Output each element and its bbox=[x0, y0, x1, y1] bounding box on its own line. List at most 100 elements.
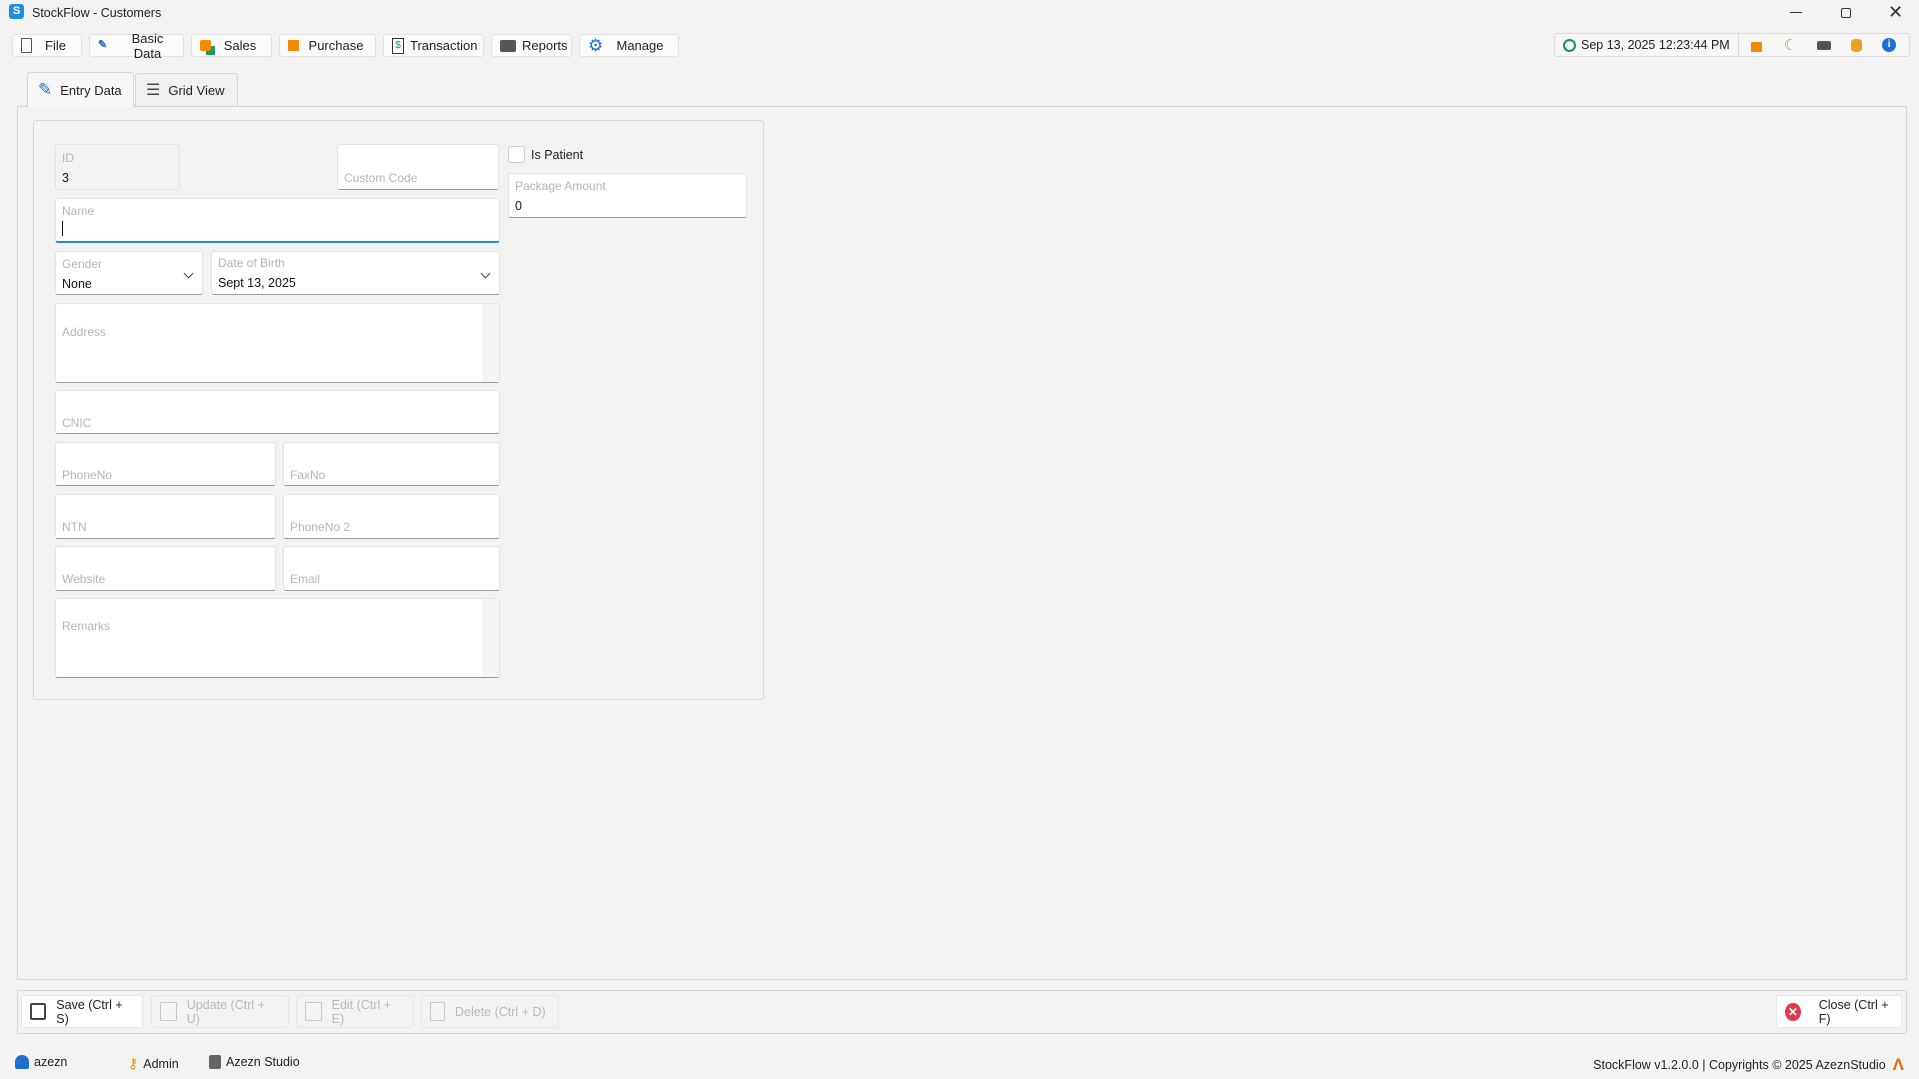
field-placeholder: FaxNo bbox=[290, 468, 326, 482]
menu-reports[interactable]: Reports bbox=[491, 34, 572, 57]
update-button[interactable]: Update (Ctrl + U) bbox=[151, 995, 289, 1028]
field-label: Gender bbox=[62, 257, 103, 271]
ntn-input[interactable]: NTN bbox=[55, 494, 276, 539]
email-input[interactable]: Email bbox=[283, 546, 500, 591]
chevron-down-icon bbox=[183, 268, 194, 279]
gear-icon: ⚙ bbox=[588, 35, 604, 55]
status-role: ⚷ Admin bbox=[128, 1055, 179, 1072]
building-icon bbox=[209, 1055, 221, 1069]
keyboard-icon[interactable] bbox=[1817, 40, 1832, 50]
scrollbar[interactable] bbox=[482, 599, 499, 677]
remarks-input[interactable]: Remarks bbox=[55, 598, 500, 678]
field-placeholder: Remarks bbox=[62, 619, 111, 633]
menu-purchase[interactable]: Purchase bbox=[279, 34, 376, 57]
field-placeholder: PhoneNo bbox=[62, 468, 113, 482]
delete-button[interactable]: Delete (Ctrl + D) bbox=[421, 995, 559, 1028]
user-name: azezn bbox=[34, 1055, 68, 1069]
field-placeholder: Custom Code bbox=[344, 171, 418, 185]
field-placeholder: NTN bbox=[62, 520, 87, 534]
field-placeholder: Email bbox=[290, 572, 321, 586]
tab-grid-view[interactable]: ☰ Grid View bbox=[135, 73, 238, 106]
button-label: Close (Ctrl + F) bbox=[1818, 997, 1889, 1026]
field-value: None bbox=[62, 277, 92, 291]
scrollbar[interactable] bbox=[482, 304, 499, 382]
purchase-icon bbox=[288, 40, 299, 51]
key-icon: ⚷ bbox=[128, 1055, 139, 1071]
status-user: azezn bbox=[15, 1055, 67, 1069]
address-input[interactable]: Address bbox=[55, 303, 500, 383]
button-label: Delete (Ctrl + D) bbox=[455, 1004, 546, 1019]
phone2-input[interactable]: PhoneNo 2 bbox=[283, 494, 500, 539]
menu-label: File bbox=[45, 38, 66, 53]
printer-icon bbox=[500, 39, 516, 52]
field-placeholder: PhoneNo 2 bbox=[290, 520, 351, 534]
menu-file[interactable]: File bbox=[12, 34, 82, 57]
lock-icon[interactable] bbox=[1750, 41, 1762, 52]
phone-input[interactable]: PhoneNo bbox=[55, 442, 276, 486]
status-version: StockFlow v1.2.0.0 | Copyrights © 2025 A… bbox=[1593, 1055, 1904, 1075]
field-label: Name bbox=[62, 204, 95, 218]
basic-data-icon: ✎ bbox=[98, 38, 108, 51]
version-text: StockFlow v1.2.0.0 | Copyrights © 2025 A… bbox=[1593, 1058, 1886, 1072]
transaction-icon: $ bbox=[392, 37, 404, 54]
menu-label: Manage bbox=[616, 38, 664, 53]
app-icon: S bbox=[9, 4, 24, 19]
field-label: ID bbox=[62, 151, 74, 165]
package-amount-input[interactable]: Package Amount 0 bbox=[508, 173, 747, 218]
update-icon bbox=[160, 1002, 177, 1021]
menu-transaction[interactable]: $ Transaction bbox=[383, 34, 484, 57]
delete-icon bbox=[430, 1002, 445, 1021]
tab-label: Grid View bbox=[168, 82, 225, 98]
field-label: Package Amount bbox=[515, 179, 606, 193]
database-icon[interactable] bbox=[1851, 38, 1863, 52]
tab-entry-data[interactable]: ✎ Entry Data bbox=[27, 72, 134, 107]
cnic-input[interactable]: CNIC bbox=[55, 390, 500, 434]
status-company: Azezn Studio bbox=[209, 1055, 300, 1069]
floppy-icon bbox=[30, 1003, 47, 1020]
list-icon: ☰ bbox=[146, 82, 161, 99]
file-icon bbox=[21, 38, 32, 53]
pencil-icon: ✎ bbox=[38, 80, 53, 99]
minimize-button[interactable] bbox=[1790, 12, 1802, 13]
header-status-box: Sep 13, 2025 12:23:44 PM ☾ i bbox=[1554, 33, 1910, 57]
menu-basic-data[interactable]: ✎ Basic Data bbox=[89, 31, 184, 61]
edit-button[interactable]: Edit (Ctrl + E) bbox=[296, 995, 414, 1028]
website-input[interactable]: Website bbox=[55, 546, 276, 591]
tab-label: Entry Data bbox=[60, 82, 122, 98]
id-field: ID 3 bbox=[55, 144, 180, 190]
company-name: Azezn Studio bbox=[226, 1055, 300, 1069]
user-icon bbox=[15, 1055, 29, 1069]
datetime: Sep 13, 2025 12:23:44 PM bbox=[1581, 38, 1730, 52]
is-patient-checkbox[interactable] bbox=[508, 146, 525, 163]
menu-label: Basic Data bbox=[131, 30, 164, 61]
close-window-button[interactable]: ✕ bbox=[1888, 2, 1903, 23]
field-label: Date of Birth bbox=[218, 256, 285, 270]
button-label: Update (Ctrl + U) bbox=[186, 997, 265, 1026]
role-name: Admin bbox=[143, 1056, 179, 1071]
menu-label: Sales bbox=[223, 38, 257, 53]
custom-code-input[interactable]: Custom Code bbox=[337, 144, 499, 190]
menu-sales[interactable]: Sales bbox=[191, 34, 272, 57]
field-value: 0 bbox=[515, 199, 522, 213]
close-button[interactable]: ✕ Close (Ctrl + F) bbox=[1776, 995, 1902, 1028]
menu-label: Purchase bbox=[308, 38, 364, 53]
save-button[interactable]: Save (Ctrl + S) bbox=[21, 995, 143, 1028]
button-label: Edit (Ctrl + E) bbox=[331, 997, 391, 1026]
restore-button[interactable] bbox=[1841, 8, 1851, 18]
sales-icon bbox=[200, 40, 211, 51]
name-input[interactable]: Name bbox=[55, 198, 500, 243]
fax-input[interactable]: FaxNo bbox=[283, 442, 500, 486]
info-icon[interactable]: i bbox=[1882, 38, 1897, 52]
field-placeholder: Website bbox=[62, 572, 106, 586]
gender-select[interactable]: Gender None bbox=[55, 251, 203, 295]
field-placeholder: Address bbox=[62, 325, 107, 339]
text-cursor bbox=[62, 221, 63, 236]
clock-icon bbox=[1563, 38, 1576, 52]
menu-manage[interactable]: ⚙ Manage bbox=[579, 34, 679, 57]
azezn-logo-icon: Λ bbox=[1892, 1055, 1904, 1074]
moon-icon[interactable]: ☾ bbox=[1784, 36, 1797, 54]
date-of-birth-picker[interactable]: Date of Birth Sept 13, 2025 bbox=[211, 251, 500, 295]
window-title: StockFlow - Customers bbox=[32, 6, 162, 20]
field-placeholder: CNIC bbox=[62, 416, 92, 430]
menu-label: Transaction bbox=[410, 38, 478, 53]
